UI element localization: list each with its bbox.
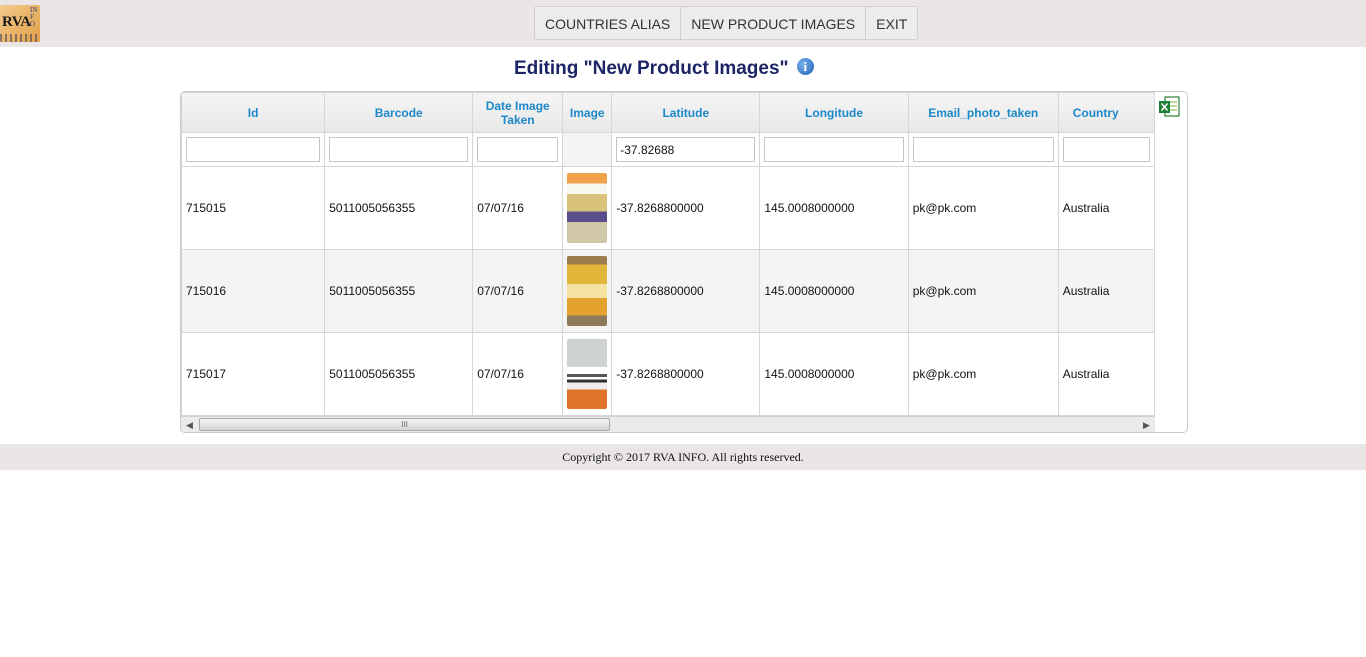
copyright-text: Copyright © 2017 RVA INFO. All rights re… bbox=[562, 450, 804, 464]
main-menu: COUNTRIES ALIAS NEW PRODUCT IMAGES EXIT bbox=[534, 6, 919, 40]
column-header-email-photo-taken[interactable]: Email_photo_taken bbox=[907, 92, 1059, 133]
product-image-thumbnail[interactable] bbox=[567, 173, 608, 243]
cell-date: 07/07/16 bbox=[472, 249, 564, 333]
column-header-image[interactable]: Image bbox=[562, 92, 613, 133]
cell-image bbox=[562, 249, 613, 333]
cell-latitude: -37.8268800000 bbox=[611, 166, 761, 250]
filter-cell-image bbox=[562, 132, 613, 167]
excel-export-icon[interactable] bbox=[1158, 95, 1181, 119]
grid-viewport: Id Barcode Date Image Taken Image Latitu… bbox=[181, 92, 1155, 416]
cell-email: pk@pk.com bbox=[907, 332, 1059, 416]
cell-country: Australia bbox=[1057, 332, 1155, 416]
page-title: Editing "New Product Images" bbox=[514, 58, 789, 79]
logo-stripes bbox=[0, 34, 40, 42]
column-header-date-image-taken[interactable]: Date Image Taken bbox=[472, 92, 564, 133]
table-row[interactable]: 715015 5011005056355 07/07/16 -37.826880… bbox=[181, 166, 1155, 250]
filter-id-input[interactable] bbox=[186, 137, 321, 162]
cell-longitude: 145.0008000000 bbox=[759, 166, 909, 250]
menu-new-product-images[interactable]: NEW PRODUCT IMAGES bbox=[681, 7, 867, 39]
cell-id: 715017 bbox=[181, 332, 326, 416]
cell-barcode: 5011005056355 bbox=[324, 249, 474, 333]
scroll-right-arrow-icon[interactable]: ▶ bbox=[1143, 420, 1150, 431]
column-header-barcode[interactable]: Barcode bbox=[324, 92, 474, 133]
cell-date: 07/07/16 bbox=[472, 332, 564, 416]
cell-email: pk@pk.com bbox=[907, 249, 1059, 333]
logo-subtext: INFO bbox=[30, 6, 38, 28]
filter-cell-date bbox=[472, 132, 564, 167]
cell-longitude: 145.0008000000 bbox=[759, 249, 909, 333]
column-header-latitude[interactable]: Latitude bbox=[611, 92, 761, 133]
data-grid: Id Barcode Date Image Taken Image Latitu… bbox=[180, 91, 1188, 433]
horizontal-scrollbar[interactable]: ◀ III ▶ bbox=[181, 416, 1155, 432]
column-header-longitude[interactable]: Longitude bbox=[759, 92, 909, 133]
cell-country: Australia bbox=[1057, 249, 1155, 333]
cell-country: Australia bbox=[1057, 166, 1155, 250]
logo-text: RVA bbox=[2, 14, 31, 30]
filter-cell-longitude bbox=[759, 132, 909, 167]
product-image-thumbnail[interactable] bbox=[567, 339, 608, 409]
filter-country-input[interactable] bbox=[1062, 137, 1150, 162]
filter-cell-barcode bbox=[324, 132, 474, 167]
menu-countries-alias[interactable]: COUNTRIES ALIAS bbox=[535, 7, 682, 39]
filter-cell-country bbox=[1057, 132, 1155, 167]
menu-exit[interactable]: EXIT bbox=[866, 7, 917, 39]
table-row[interactable]: 715016 5011005056355 07/07/16 -37.826880… bbox=[181, 249, 1155, 333]
cell-id: 715015 bbox=[181, 166, 326, 250]
cell-date: 07/07/16 bbox=[472, 166, 564, 250]
top-bar: RVA INFO COUNTRIES ALIAS NEW PRODUCT IMA… bbox=[0, 0, 1366, 47]
page-title-wrapper: Editing "New Product Images" i bbox=[514, 58, 814, 80]
column-header-id[interactable]: Id bbox=[181, 92, 326, 133]
cell-latitude: -37.8268800000 bbox=[611, 332, 761, 416]
cell-latitude: -37.8268800000 bbox=[611, 249, 761, 333]
filter-barcode-input[interactable] bbox=[329, 137, 469, 162]
cell-longitude: 145.0008000000 bbox=[759, 332, 909, 416]
cell-barcode: 5011005056355 bbox=[324, 332, 474, 416]
scrollbar-thumb[interactable]: III bbox=[199, 418, 610, 431]
cell-email: pk@pk.com bbox=[907, 166, 1059, 250]
cell-id: 715016 bbox=[181, 249, 326, 333]
info-icon[interactable]: i bbox=[796, 58, 814, 75]
filter-cell-id bbox=[181, 132, 326, 167]
scroll-left-arrow-icon[interactable]: ◀ bbox=[186, 420, 193, 431]
table-row[interactable]: 715017 5011005056355 07/07/16 -37.826880… bbox=[181, 332, 1155, 416]
product-image-thumbnail[interactable] bbox=[567, 256, 608, 326]
filter-cell-latitude bbox=[611, 132, 761, 167]
cell-barcode: 5011005056355 bbox=[324, 166, 474, 250]
filter-row bbox=[181, 132, 1155, 167]
footer: Copyright © 2017 RVA INFO. All rights re… bbox=[0, 444, 1366, 470]
filter-date-input[interactable] bbox=[477, 137, 559, 162]
cell-image bbox=[562, 332, 613, 416]
filter-latitude-input[interactable] bbox=[616, 137, 756, 162]
filter-email-input[interactable] bbox=[912, 137, 1054, 162]
filter-longitude-input[interactable] bbox=[764, 137, 904, 162]
grid-table: Id Barcode Date Image Taken Image Latitu… bbox=[181, 92, 1155, 416]
column-header-country[interactable]: Country bbox=[1057, 92, 1155, 133]
rva-info-logo[interactable]: RVA INFO bbox=[0, 5, 40, 42]
filter-cell-email bbox=[907, 132, 1059, 167]
cell-image bbox=[562, 166, 613, 250]
